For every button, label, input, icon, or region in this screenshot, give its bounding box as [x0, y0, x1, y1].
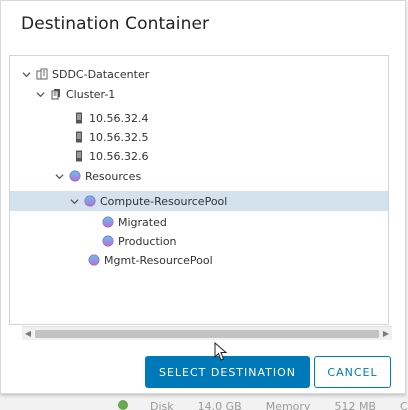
cpu-label: CPU	[399, 400, 408, 410]
disk-value: 14.0 GB	[197, 400, 242, 410]
tree-item-migrated[interactable]: Migrated	[10, 212, 388, 232]
tree-item-label: Compute-ResourcePool	[100, 194, 228, 208]
chevron-down-icon[interactable]	[55, 172, 64, 181]
resource-pool-icon	[69, 170, 81, 182]
tree-item-label: Mgmt-ResourcePool	[104, 253, 213, 267]
memory-value: 512 MB	[334, 400, 376, 410]
disk-label: Disk	[150, 400, 174, 410]
tree-item-label: 10.56.32.6	[89, 149, 149, 163]
chevron-down-icon[interactable]	[36, 90, 45, 99]
resource-pool-icon	[102, 235, 114, 247]
tree-item-mgmt-resourcepool[interactable]: Mgmt-ResourcePool	[10, 250, 388, 270]
tree-item-resources[interactable]: Resources	[10, 166, 388, 186]
host-icon	[76, 150, 82, 162]
chevron-down-icon[interactable]	[22, 70, 31, 79]
tree-item-label: 10.56.32.5	[89, 130, 149, 144]
tree-item-production[interactable]: Production	[10, 231, 388, 251]
cluster-icon	[51, 89, 60, 100]
scroll-right-icon[interactable]: ▶	[380, 327, 392, 340]
tree-item-host[interactable]: 10.56.32.6	[10, 146, 388, 166]
tree-item-label: 10.56.32.4	[89, 111, 149, 125]
cancel-button[interactable]: CANCEL	[314, 356, 391, 388]
tree-item-cluster-1[interactable]: Cluster-1	[10, 84, 388, 104]
tree-item-host[interactable]: 10.56.32.5	[10, 127, 388, 147]
mouse-cursor-icon	[214, 342, 228, 361]
tree-item-label: Cluster-1	[66, 87, 116, 101]
host-icon	[76, 131, 82, 143]
tree-item-label: Production	[118, 234, 177, 248]
tree-item-host[interactable]: 10.56.32.4	[10, 108, 388, 128]
resource-pool-icon	[88, 254, 100, 266]
tree-item-label: Resources	[85, 169, 142, 183]
destination-container-dialog: Destination Container SDDC-Datacenter Cl…	[0, 0, 406, 394]
tree-item-sddc-datacenter[interactable]: SDDC-Datacenter	[10, 64, 388, 84]
tree-item-label: SDDC-Datacenter	[52, 67, 150, 81]
scroll-left-icon[interactable]: ◀	[22, 327, 34, 340]
memory-label: Memory	[265, 400, 311, 410]
tree-item-label: Migrated	[118, 215, 167, 229]
chevron-down-icon[interactable]	[70, 197, 79, 206]
resource-pool-icon	[102, 216, 114, 228]
tree-item-compute-resourcepool[interactable]: Compute-ResourcePool	[10, 191, 388, 211]
status-ok-icon	[118, 400, 128, 410]
dialog-title: Destination Container	[21, 14, 210, 34]
background-details: Disk 14.0 GB Memory 512 MB CPU	[150, 400, 408, 410]
resource-pool-icon	[84, 195, 96, 207]
horizontal-scrollbar[interactable]: ◀ ▶	[22, 326, 392, 340]
background-page: Disk 14.0 GB Memory 512 MB CPU	[0, 394, 408, 410]
scrollbar-thumb[interactable]	[35, 330, 379, 338]
host-icon	[76, 112, 82, 124]
inventory-tree[interactable]: SDDC-Datacenter Cluster-1 10.56.32.4 10.…	[9, 55, 389, 325]
datacenter-icon	[36, 68, 48, 80]
